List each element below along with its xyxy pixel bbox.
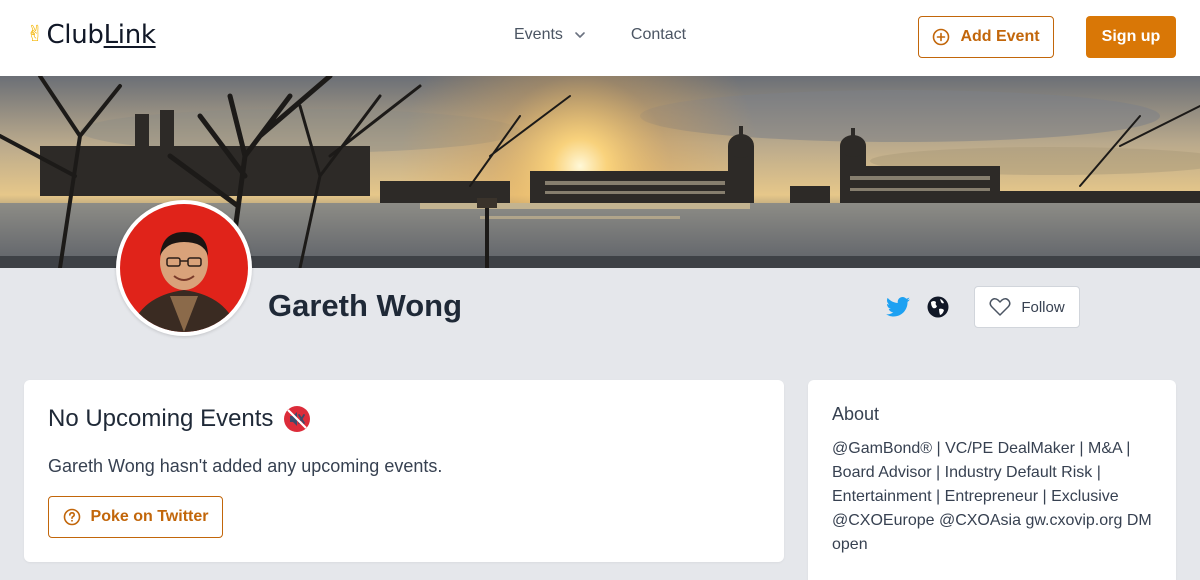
main-nav: Events Contact xyxy=(514,26,686,44)
upcoming-events-card: No Upcoming Events Gareth Wong hasn't ad… xyxy=(24,380,784,562)
plus-circle-icon xyxy=(933,28,950,46)
globe-icon[interactable] xyxy=(927,296,949,318)
add-event-label: Add Event xyxy=(960,28,1040,45)
nav-events-label: Events xyxy=(514,26,563,43)
top-nav-bar: ✌ Club Link Events Contact Add Event Sig… xyxy=(0,0,1200,76)
follow-button[interactable]: Follow xyxy=(974,286,1080,328)
about-card: About @GamBond® | VC/PE DealMaker | M&A … xyxy=(808,380,1176,580)
signup-button[interactable]: Sign up xyxy=(1086,16,1176,58)
logo-text-link: Link xyxy=(103,20,156,50)
events-heading: No Upcoming Events xyxy=(48,405,311,433)
about-heading: About xyxy=(832,404,880,424)
victory-hand-icon: ✌ xyxy=(26,22,45,47)
profile-name: Gareth Wong xyxy=(268,288,463,323)
follow-label: Follow xyxy=(1021,298,1065,316)
chevron-down-icon xyxy=(575,32,585,38)
poke-label: Poke on Twitter xyxy=(90,508,209,525)
events-heading-text: No Upcoming Events xyxy=(48,405,274,432)
question-circle-icon xyxy=(63,508,80,526)
muted-speaker-icon xyxy=(284,406,311,432)
nav-events-dropdown[interactable]: Events xyxy=(514,26,587,44)
add-event-button[interactable]: Add Event xyxy=(918,16,1054,58)
twitter-icon[interactable] xyxy=(886,296,910,318)
about-bio: @GamBond® | VC/PE DealMaker | M&A | Boar… xyxy=(832,440,1152,553)
profile-avatar xyxy=(116,200,252,336)
logo-text-club: Club xyxy=(46,20,104,50)
heart-icon xyxy=(989,297,1011,316)
nav-contact-label: Contact xyxy=(630,26,687,43)
clublink-logo[interactable]: ✌ Club Link xyxy=(26,20,156,50)
profile-photo xyxy=(120,204,248,332)
signup-label: Sign up xyxy=(1101,28,1161,45)
nav-contact-link[interactable]: Contact xyxy=(631,26,686,44)
poke-on-twitter-button[interactable]: Poke on Twitter xyxy=(48,496,223,538)
events-empty-message: Gareth Wong hasn't added any upcoming ev… xyxy=(48,456,443,476)
